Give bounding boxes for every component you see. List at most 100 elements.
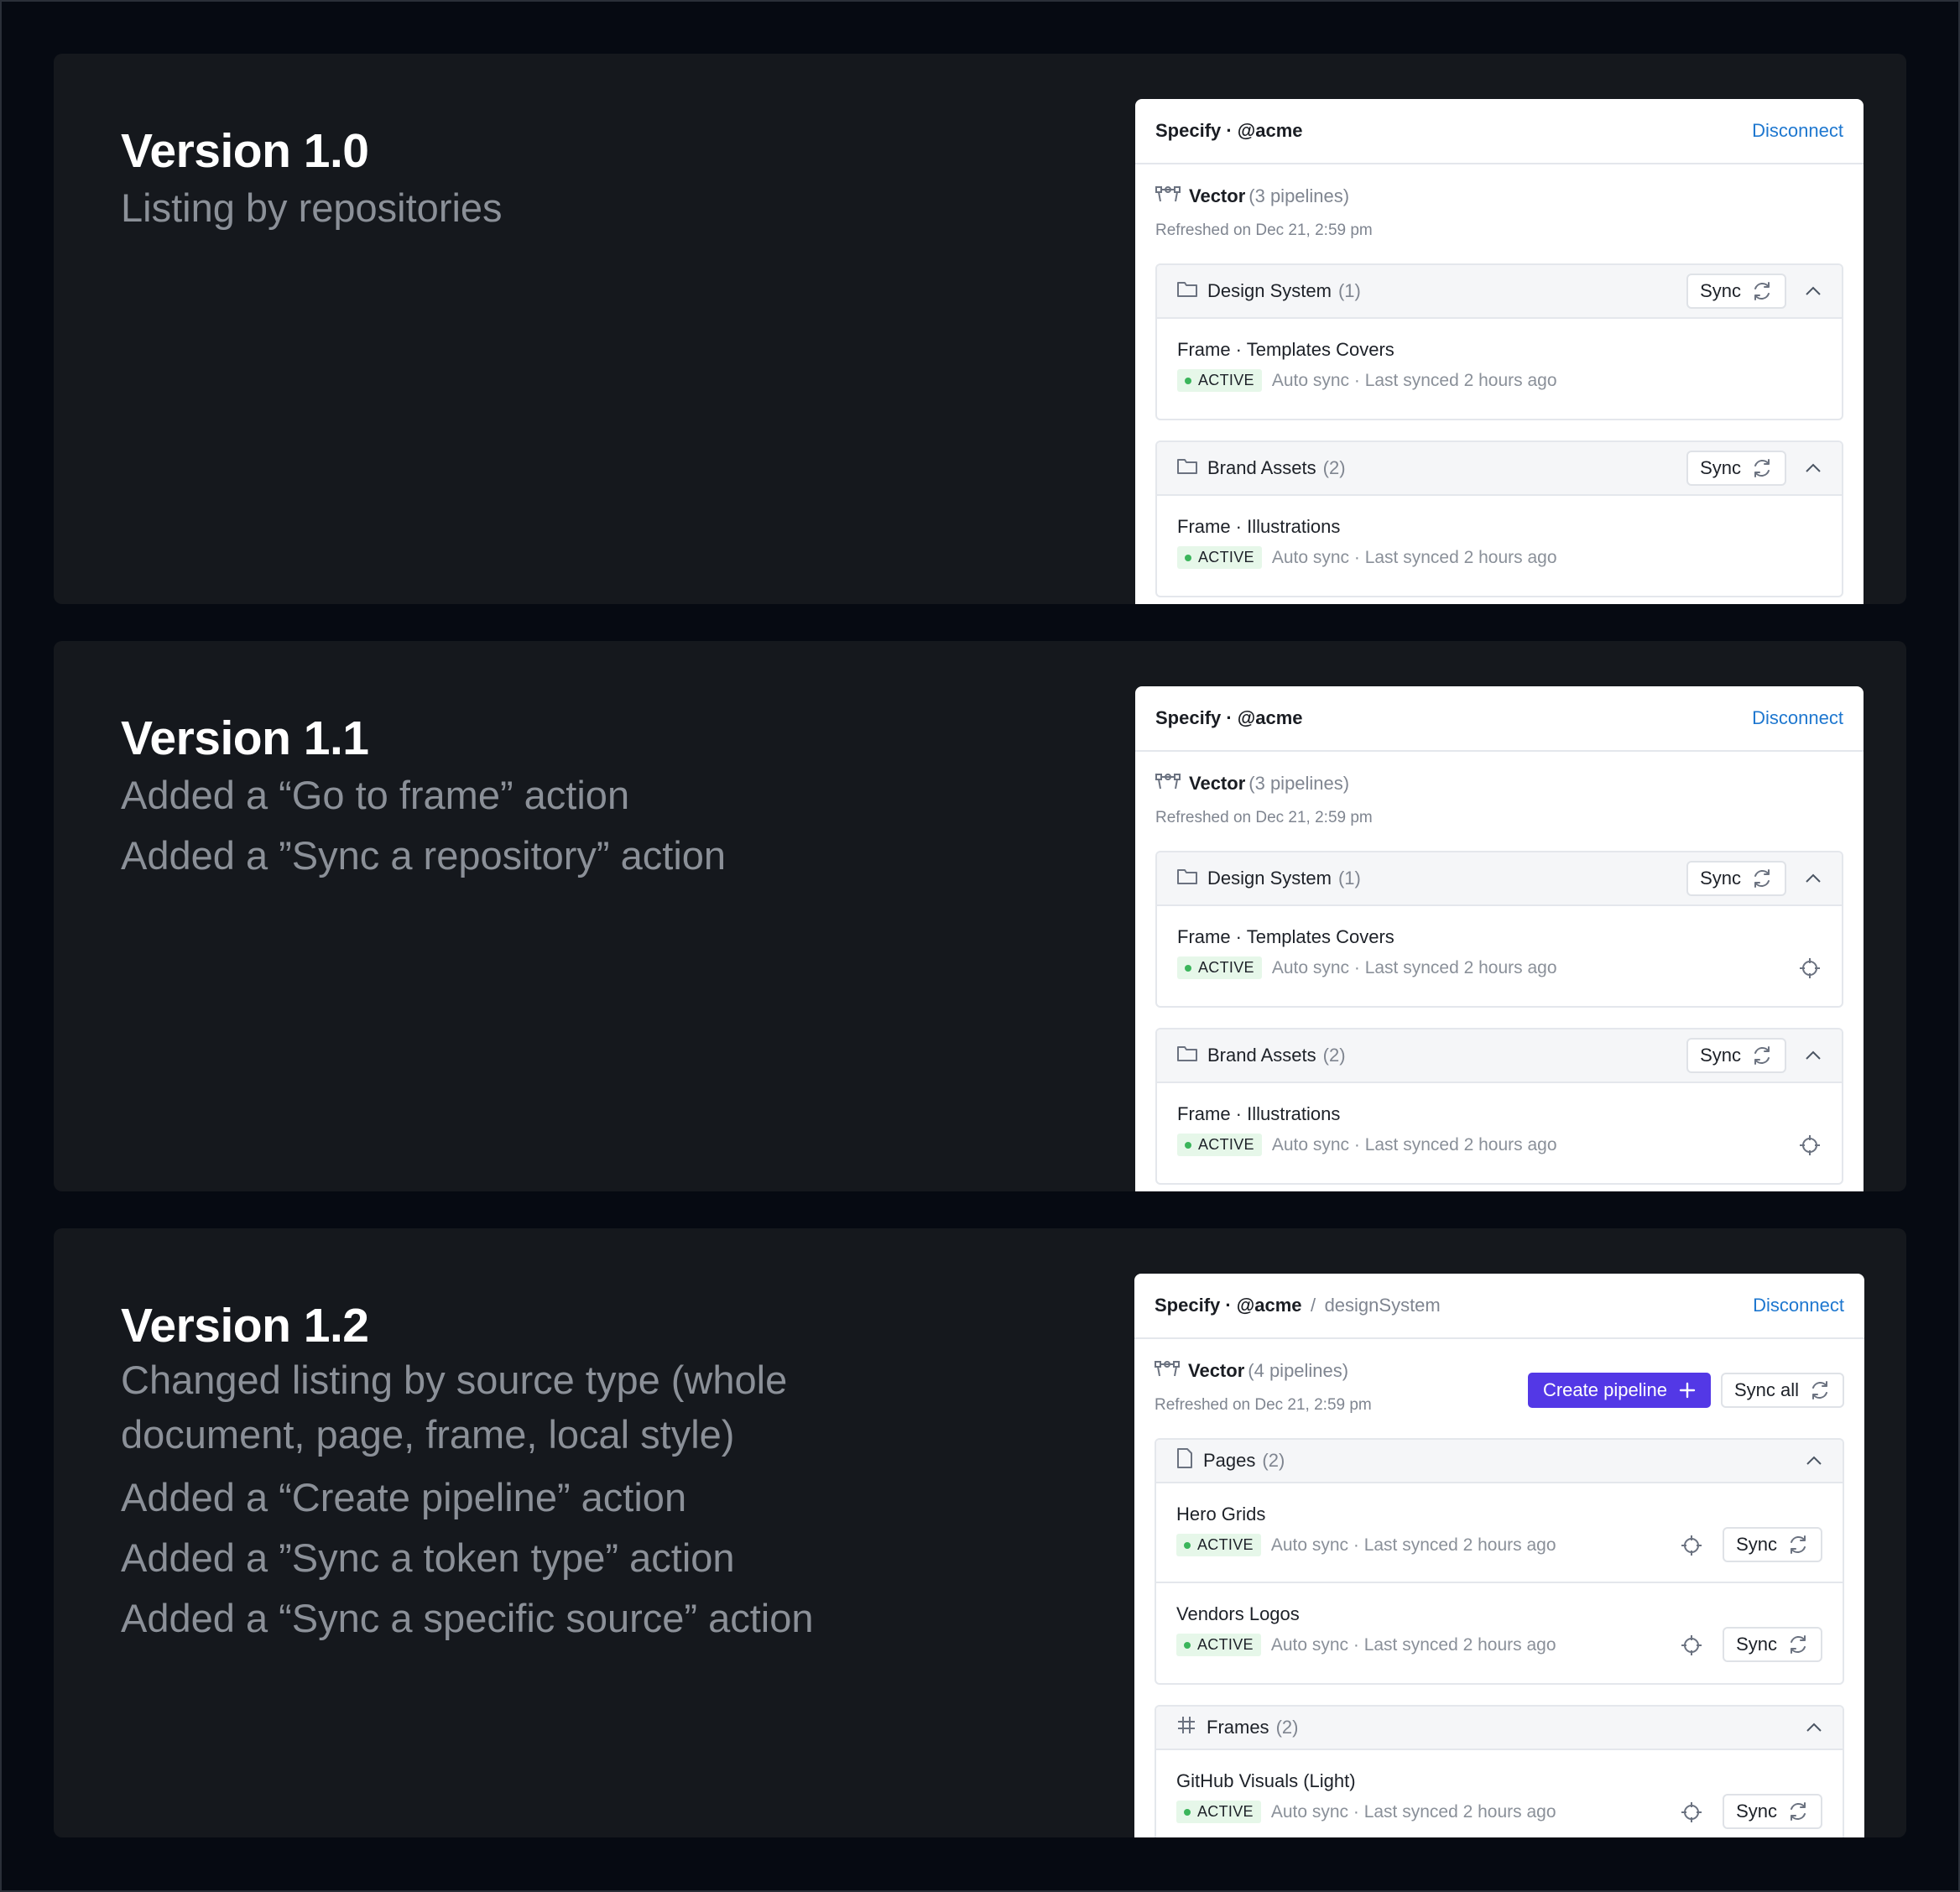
vector-name: Vector — [1188, 1360, 1245, 1381]
version-description: Changed listing by source type (whole do… — [121, 1353, 859, 1649]
sync-repository-button[interactable]: Sync — [1686, 1038, 1786, 1073]
source-item: Hero Grids ACTIVE Auto sync · Last synce… — [1156, 1483, 1843, 1583]
refresh-icon — [1751, 1045, 1773, 1066]
sync-source-button[interactable]: Sync — [1723, 1794, 1822, 1829]
repository-header: Brand Assets (2) Sync — [1157, 1029, 1842, 1083]
sync-all-button[interactable]: Sync all — [1720, 1373, 1844, 1408]
repository-group: Design System (1) Sync Frame · Templates… — [1155, 263, 1843, 420]
chevron-up-icon[interactable] — [1805, 286, 1822, 296]
chevron-up-icon[interactable] — [1805, 463, 1822, 473]
chevron-up-icon[interactable] — [1806, 1456, 1822, 1466]
repository-name: Brand Assets — [1207, 457, 1316, 478]
specify-panel: Specify · @acme Disconnect Vector (3 pip… — [1135, 99, 1864, 604]
brand-label: Specify · @acme — [1155, 707, 1303, 728]
folder-icon — [1177, 868, 1197, 889]
disconnect-link[interactable]: Disconnect — [1752, 707, 1843, 729]
refresh-icon — [1787, 1634, 1809, 1655]
brand-label: Specify · @acme — [1155, 1295, 1302, 1316]
breadcrumb-separator: / — [1310, 1295, 1316, 1316]
status-badge: ACTIVE — [1177, 546, 1262, 569]
sync-source-button[interactable]: Sync — [1723, 1627, 1822, 1662]
folder-icon — [1177, 1045, 1197, 1066]
sync-repository-button[interactable]: Sync — [1686, 274, 1786, 309]
sync-meta: Auto sync · Last synced 2 hours ago — [1270, 1535, 1556, 1555]
repository-group: Design System (1) Sync Frame · Templates… — [1155, 851, 1843, 1008]
sync-meta: Auto sync · Last synced 2 hours ago — [1270, 1801, 1556, 1822]
vector-icon — [1155, 772, 1181, 795]
page-icon — [1176, 1448, 1193, 1473]
repository-name: Design System — [1207, 868, 1332, 889]
version-title: Version 1.1 — [121, 711, 369, 765]
status-badge: ACTIVE — [1177, 956, 1262, 979]
vector-block: Vector (3 pipelines) Refreshed on Dec 21… — [1135, 164, 1864, 263]
sync-repository-button[interactable]: Sync — [1686, 451, 1786, 486]
source-item: Frame · Illustrations ACTIVE Auto sync ·… — [1157, 496, 1842, 596]
source-item: GitHub Visuals (Light) ACTIVE Auto sync … — [1156, 1750, 1843, 1837]
source-title: GitHub Visuals (Light) — [1176, 1770, 1356, 1791]
pipeline-count: (3 pipelines) — [1248, 773, 1350, 794]
source-type-name: Frames — [1207, 1717, 1269, 1738]
panel-header: Specify · @acme Disconnect — [1135, 99, 1864, 164]
go-to-frame-icon[interactable] — [1798, 956, 1822, 984]
repository-count: (1) — [1337, 280, 1361, 301]
chevron-up-icon[interactable] — [1806, 1723, 1822, 1733]
repository-name: Brand Assets — [1207, 1045, 1316, 1066]
repository-count: (2) — [1322, 457, 1346, 478]
specify-panel: Specify · @acme Disconnect Vector (3 pip… — [1135, 686, 1864, 1191]
repository-group: Brand Assets (2) Sync Frame · Illustrati… — [1155, 440, 1843, 597]
specify-panel: Specify · @acme / designSystem Disconnec… — [1134, 1274, 1864, 1837]
panel-header: Specify · @acme Disconnect — [1135, 686, 1864, 752]
sync-source-button[interactable]: Sync — [1723, 1527, 1822, 1562]
sync-meta: Auto sync · Last synced 2 hours ago — [1271, 957, 1557, 977]
go-to-frame-icon[interactable] — [1798, 1134, 1822, 1161]
refreshed-timestamp: Refreshed on Dec 21, 2:59 pm — [1155, 809, 1373, 826]
source-item: Frame · Illustrations ACTIVE Auto sync ·… — [1157, 1083, 1842, 1183]
refresh-icon — [1787, 1534, 1809, 1556]
refresh-icon — [1751, 280, 1773, 302]
disconnect-link[interactable]: Disconnect — [1753, 1295, 1844, 1316]
refresh-icon — [1751, 868, 1773, 889]
disconnect-link[interactable]: Disconnect — [1752, 120, 1843, 142]
repository-count: (2) — [1322, 1045, 1346, 1066]
pipeline-count: (3 pipelines) — [1248, 185, 1350, 206]
chevron-up-icon[interactable] — [1805, 1050, 1822, 1061]
vector-icon — [1155, 185, 1181, 208]
folder-icon — [1177, 280, 1197, 302]
description-line: Added a “Go to frame” action — [121, 773, 630, 817]
go-to-source-icon[interactable] — [1680, 1534, 1703, 1561]
sync-meta: Auto sync · Last synced 2 hours ago — [1271, 370, 1557, 390]
refresh-icon — [1809, 1379, 1831, 1401]
version-description: Added a “Go to frame” action Added a ”Sy… — [121, 765, 726, 886]
refresh-icon — [1751, 457, 1773, 479]
chevron-up-icon[interactable] — [1805, 873, 1822, 883]
source-type-group: Pages (2) Hero Grids ACTIVE Auto sync · … — [1155, 1438, 1844, 1685]
description-line: Listing by repositories — [121, 185, 503, 230]
status-badge: ACTIVE — [1177, 369, 1262, 392]
create-pipeline-button[interactable]: Create pipeline — [1527, 1373, 1711, 1408]
sync-meta: Auto sync · Last synced 2 hours ago — [1271, 547, 1557, 567]
source-item: Vendors Logos ACTIVE Auto sync · Last sy… — [1156, 1583, 1843, 1683]
vector-block: Vector (3 pipelines) Refreshed on Dec 21… — [1135, 752, 1864, 851]
status-badge: ACTIVE — [1176, 1801, 1261, 1823]
breadcrumb-repository[interactable]: designSystem — [1325, 1295, 1441, 1316]
section-version-1-1: Version 1.1 Added a “Go to frame” action… — [54, 641, 1906, 1191]
description-line: Added a “Sync a specific source” action — [121, 1596, 814, 1640]
go-to-source-icon[interactable] — [1680, 1801, 1703, 1828]
sync-repository-button[interactable]: Sync — [1686, 861, 1786, 896]
status-badge: ACTIVE — [1177, 1134, 1262, 1156]
repository-name: Design System — [1207, 280, 1332, 301]
repository-header: Brand Assets (2) Sync — [1157, 442, 1842, 496]
version-description: Listing by repositories — [121, 178, 503, 238]
source-title: Frame · Illustrations — [1177, 516, 1341, 537]
status-badge: ACTIVE — [1176, 1534, 1261, 1556]
repository-header: Design System (1) Sync — [1157, 265, 1842, 319]
go-to-source-icon[interactable] — [1680, 1634, 1703, 1661]
plus-icon — [1679, 1382, 1696, 1399]
vector-name: Vector — [1189, 185, 1246, 206]
description-line: Added a “Create pipeline” action — [121, 1475, 687, 1519]
hash-frame-icon — [1176, 1715, 1196, 1740]
description-line: Changed listing by source type (whole do… — [121, 1358, 788, 1457]
repository-header: Design System (1) Sync — [1157, 852, 1842, 906]
folder-icon — [1177, 457, 1197, 479]
description-line: Added a ”Sync a repository” action — [121, 833, 727, 878]
